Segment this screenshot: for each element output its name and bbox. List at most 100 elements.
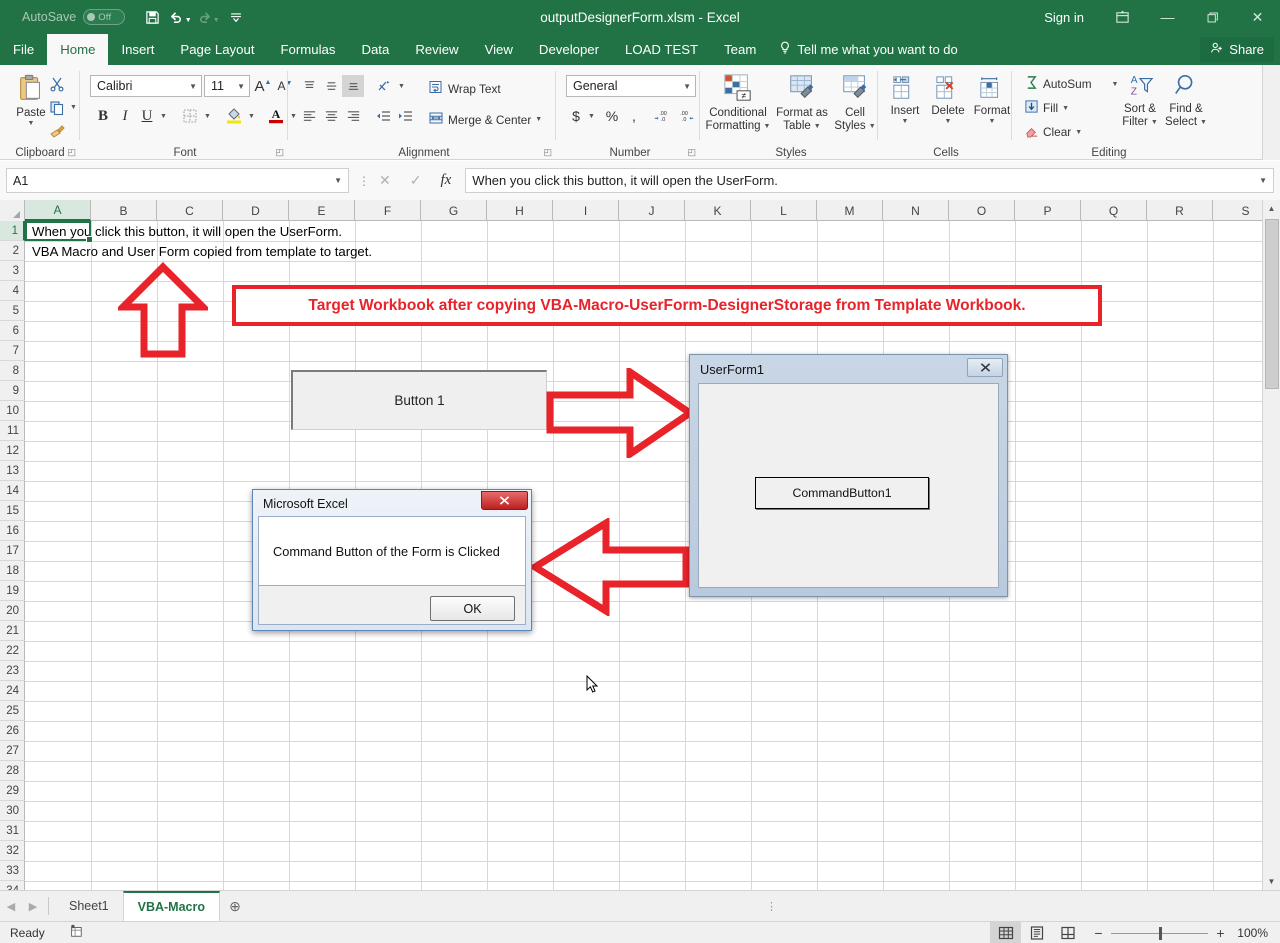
row-header-3[interactable]: 3 <box>0 261 25 281</box>
tab-team[interactable]: Team <box>711 34 769 65</box>
save-icon[interactable] <box>139 4 165 30</box>
row-header-17[interactable]: 17 <box>0 541 25 561</box>
row-header-26[interactable]: 26 <box>0 721 25 741</box>
align-right-button[interactable] <box>342 105 364 127</box>
row-header-1[interactable]: 1 <box>0 221 25 241</box>
delete-cells-button[interactable]: Delete ▼ <box>926 75 970 126</box>
row-header-2[interactable]: 2 <box>0 241 25 261</box>
row-header-14[interactable]: 14 <box>0 481 25 501</box>
row-header-6[interactable]: 6 <box>0 321 25 341</box>
message-box-dialog[interactable]: Microsoft Excel Command Button of the Fo… <box>252 489 532 631</box>
formula-expand-chevron-down-icon[interactable]: ▼ <box>1259 176 1267 185</box>
column-header-L[interactable]: L <box>751 200 817 221</box>
formula-input[interactable]: When you click this button, it will open… <box>465 168 1274 193</box>
align-left-button[interactable] <box>298 105 320 127</box>
increase-decimal-button[interactable]: .00.0 <box>652 105 674 127</box>
zoom-thumb[interactable] <box>1159 926 1162 940</box>
font-size-chevron-down-icon[interactable]: ▼ <box>237 82 245 91</box>
autosave-switch[interactable]: Off <box>83 9 126 25</box>
orientation-button[interactable] <box>372 75 396 97</box>
sort-filter-button[interactable]: AZ Sort & Filter ▼ <box>1116 73 1164 129</box>
row-header-31[interactable]: 31 <box>0 821 25 841</box>
row-header-29[interactable]: 29 <box>0 781 25 801</box>
clipboard-dialog-launcher[interactable]: ◰ <box>67 147 76 158</box>
column-header-Q[interactable]: Q <box>1081 200 1147 221</box>
column-header-D[interactable]: D <box>223 200 289 221</box>
underline-caret-icon[interactable]: ▼ <box>160 113 167 120</box>
sheet-nav-first-icon[interactable]: ◀ <box>0 900 22 913</box>
select-all-button[interactable] <box>0 200 25 221</box>
percent-format-button[interactable]: % <box>602 105 622 127</box>
row-header-33[interactable]: 33 <box>0 861 25 881</box>
column-header-F[interactable]: F <box>355 200 421 221</box>
tab-load-test[interactable]: LOAD TEST <box>612 34 711 65</box>
accounting-caret-icon[interactable]: ▼ <box>588 113 595 120</box>
paste-caret-icon[interactable]: ▼ <box>28 120 35 128</box>
insert-cells-button[interactable]: Insert ▼ <box>884 75 926 126</box>
sheet-tab-vba-macro[interactable]: VBA-Macro <box>122 891 220 921</box>
accounting-format-button[interactable]: $ <box>566 105 586 127</box>
autosave-toggle[interactable]: AutoSave Off <box>22 9 126 25</box>
tab-formulas[interactable]: Formulas <box>267 34 348 65</box>
userform-close-icon[interactable] <box>967 358 1003 377</box>
increase-font-size-button[interactable]: A ▲ <box>252 75 274 97</box>
comma-format-button[interactable]: , <box>624 105 644 127</box>
orientation-caret-icon[interactable]: ▼ <box>398 83 405 90</box>
scroll-down-icon[interactable]: ▼ <box>1263 873 1280 890</box>
row-header-27[interactable]: 27 <box>0 741 25 761</box>
tab-review[interactable]: Review <box>402 34 471 65</box>
undo-icon[interactable]: ▼ <box>167 4 193 30</box>
page-layout-view-icon[interactable] <box>1021 922 1052 943</box>
tell-me-box[interactable]: Tell me what you want to do <box>769 34 967 65</box>
cell-styles-button[interactable]: Cell Styles ▼ <box>832 73 878 133</box>
column-header-J[interactable]: J <box>619 200 685 221</box>
row-header-16[interactable]: 16 <box>0 521 25 541</box>
find-select-button[interactable]: Find & Select ▼ <box>1164 73 1208 129</box>
formula-bar-grip[interactable]: ⋮ <box>358 174 370 188</box>
clear-button[interactable]: Clear ▼ <box>1024 123 1082 141</box>
column-header-G[interactable]: G <box>421 200 487 221</box>
row-header-32[interactable]: 32 <box>0 841 25 861</box>
add-sheet-icon[interactable]: ⊕ <box>220 898 250 915</box>
copy-caret-icon[interactable]: ▼ <box>70 104 77 111</box>
undo-caret-icon[interactable]: ▼ <box>185 17 192 24</box>
row-header-8[interactable]: 8 <box>0 361 25 381</box>
sheet-nav-last-icon[interactable]: ▶ <box>22 900 44 913</box>
tab-page-layout[interactable]: Page Layout <box>167 34 267 65</box>
redo-caret-icon[interactable]: ▼ <box>213 17 220 24</box>
ribbon-display-options-icon[interactable] <box>1100 0 1145 34</box>
share-button[interactable]: Share <box>1200 37 1274 62</box>
form-button-1[interactable]: Button 1 <box>291 370 547 430</box>
merge-center-caret-icon[interactable]: ▼ <box>535 116 542 123</box>
userform-command-button[interactable]: CommandButton1 <box>755 477 929 509</box>
column-header-R[interactable]: R <box>1147 200 1213 221</box>
row-header-25[interactable]: 25 <box>0 701 25 721</box>
sort-filter-caret-icon[interactable]: ▼ <box>1151 119 1158 127</box>
column-header-M[interactable]: M <box>817 200 883 221</box>
format-cells-caret-icon[interactable]: ▼ <box>989 118 996 126</box>
row-header-20[interactable]: 20 <box>0 601 25 621</box>
name-box[interactable]: A1 ▼ <box>6 168 349 193</box>
column-header-B[interactable]: B <box>91 200 157 221</box>
italic-button[interactable]: I <box>114 105 136 127</box>
vertical-scroll-thumb[interactable] <box>1265 219 1279 389</box>
align-center-button[interactable] <box>320 105 342 127</box>
row-header-7[interactable]: 7 <box>0 341 25 361</box>
name-box-chevron-down-icon[interactable]: ▼ <box>334 176 342 185</box>
wrap-text-button[interactable]: Wrap Text <box>428 79 501 98</box>
conditional-formatting-button[interactable]: ≠ Conditional Formatting ▼ <box>704 73 772 133</box>
zoom-slider[interactable]: − + <box>1093 925 1226 941</box>
tab-home[interactable]: Home <box>47 34 109 65</box>
page-break-preview-icon[interactable] <box>1052 922 1083 943</box>
cell-styles-caret-icon[interactable]: ▼ <box>869 123 876 131</box>
format-cells-button[interactable]: Format ▼ <box>970 75 1014 126</box>
zoom-track[interactable] <box>1111 926 1208 940</box>
font-color-button[interactable]: A <box>264 103 288 127</box>
tab-developer[interactable]: Developer <box>526 34 612 65</box>
row-header-19[interactable]: 19 <box>0 581 25 601</box>
column-header-O[interactable]: O <box>949 200 1015 221</box>
record-macro-icon[interactable] <box>69 924 83 941</box>
align-middle-button[interactable] <box>320 75 342 97</box>
scroll-up-icon[interactable]: ▲ <box>1263 200 1280 217</box>
format-as-table-caret-icon[interactable]: ▼ <box>814 123 821 131</box>
